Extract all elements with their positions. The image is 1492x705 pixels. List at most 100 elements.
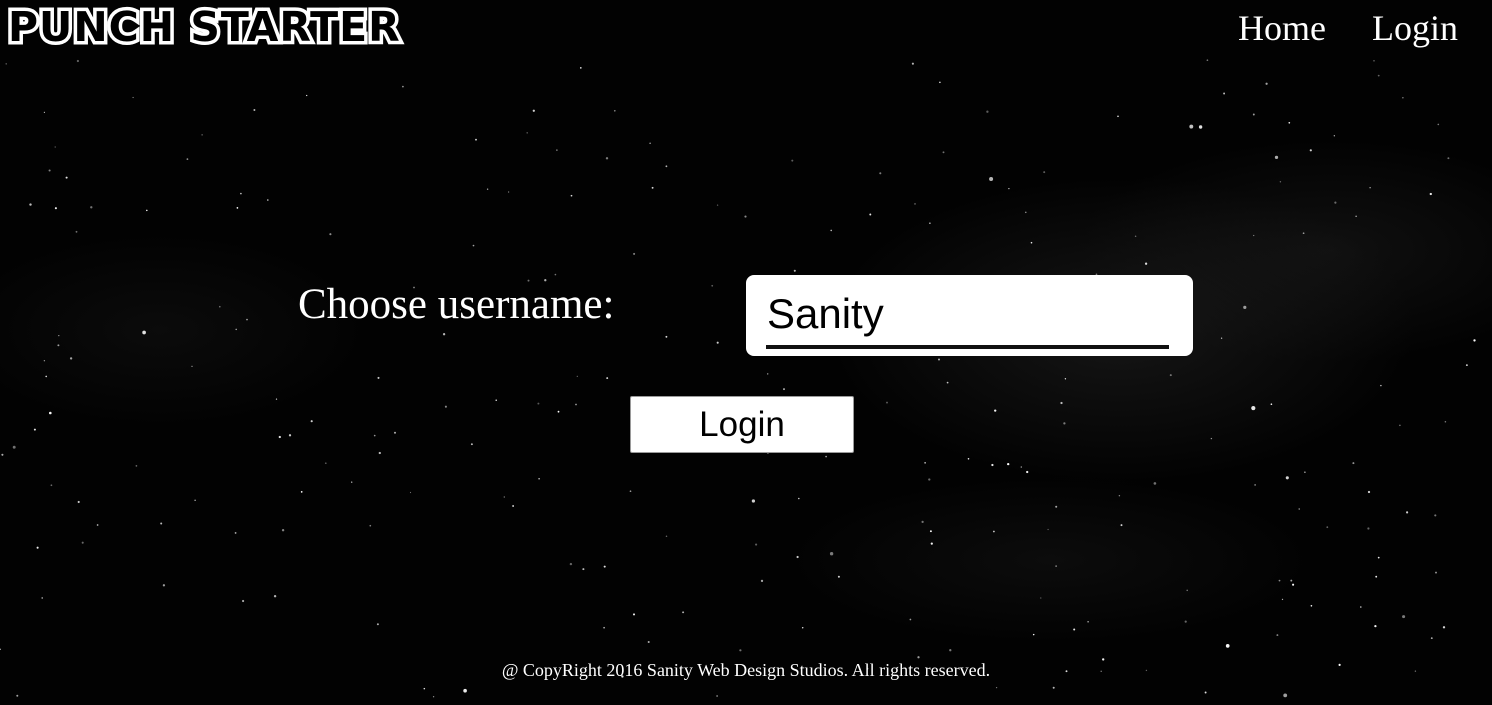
star [649, 142, 651, 144]
login-button[interactable]: Login [630, 396, 854, 453]
star [570, 194, 573, 197]
star [1204, 691, 1207, 694]
star [665, 165, 668, 168]
star [791, 159, 794, 162]
star [351, 481, 353, 483]
star [1060, 401, 1063, 405]
star [1380, 384, 1382, 387]
star [629, 490, 632, 493]
star [77, 500, 80, 504]
star [1270, 403, 1273, 406]
star [801, 627, 804, 629]
star [486, 188, 489, 190]
star [995, 686, 998, 689]
star [1206, 59, 1209, 62]
footer-copyright: @ CopyRight 2016 Sanity Web Design Studi… [501, 660, 991, 680]
star [557, 410, 560, 413]
username-field-container [746, 275, 1193, 356]
star [1304, 471, 1306, 474]
star [58, 335, 60, 337]
star [463, 688, 467, 693]
star [1377, 556, 1380, 559]
nav-login-link[interactable]: Login [1372, 8, 1458, 48]
star [281, 529, 285, 532]
star [606, 377, 609, 380]
star [1251, 406, 1256, 411]
star [50, 484, 53, 487]
star [90, 206, 93, 209]
star [1252, 113, 1255, 116]
username-input[interactable] [766, 283, 1169, 349]
star [219, 305, 221, 308]
star [191, 365, 193, 367]
star [682, 611, 685, 614]
star [1290, 579, 1293, 582]
star [1032, 633, 1035, 636]
star [1254, 484, 1256, 486]
star [1186, 589, 1188, 592]
star [1333, 135, 1335, 137]
star [1406, 511, 1409, 514]
star [886, 401, 888, 404]
star [949, 649, 952, 652]
star [928, 478, 931, 481]
star [470, 443, 473, 446]
star [300, 491, 303, 493]
star [1007, 462, 1010, 466]
star [986, 110, 989, 113]
star [45, 375, 48, 378]
star [162, 584, 166, 587]
star [1169, 374, 1172, 377]
star [1063, 422, 1066, 425]
star [402, 85, 404, 88]
star [1052, 686, 1055, 689]
star [432, 696, 435, 698]
star [1040, 597, 1042, 599]
star [633, 252, 636, 255]
star [1377, 74, 1380, 77]
star [1434, 514, 1437, 517]
star [329, 233, 332, 236]
star [275, 398, 278, 400]
star [1073, 628, 1076, 631]
star [186, 158, 189, 160]
star [909, 618, 912, 621]
star [1043, 171, 1046, 174]
star [665, 335, 668, 338]
star [760, 579, 764, 583]
star [554, 273, 557, 276]
star [369, 524, 372, 527]
star [1444, 421, 1447, 423]
star [194, 499, 196, 501]
site-logo[interactable]: PUNCH STARTER PUNCH STARTER [8, 4, 444, 48]
star [48, 411, 52, 415]
star [1189, 124, 1194, 129]
star [994, 409, 997, 412]
star [751, 499, 756, 503]
star [306, 94, 308, 97]
star [1292, 583, 1295, 586]
star [146, 209, 148, 212]
star [1465, 364, 1468, 367]
star [378, 451, 381, 455]
star [377, 376, 380, 379]
star [914, 203, 916, 205]
star [1276, 634, 1279, 637]
star [1020, 466, 1023, 468]
star [538, 478, 540, 480]
star [613, 109, 616, 112]
star [1087, 621, 1089, 623]
star [1399, 424, 1401, 427]
star [1198, 125, 1203, 129]
star [755, 543, 758, 546]
star [142, 330, 146, 335]
star [1352, 462, 1355, 465]
star [235, 328, 237, 331]
star [96, 524, 99, 526]
star [160, 522, 163, 525]
star [236, 207, 239, 209]
star [1265, 82, 1268, 85]
star [632, 613, 636, 616]
star [603, 565, 606, 568]
nav-home-link[interactable]: Home [1238, 8, 1326, 48]
